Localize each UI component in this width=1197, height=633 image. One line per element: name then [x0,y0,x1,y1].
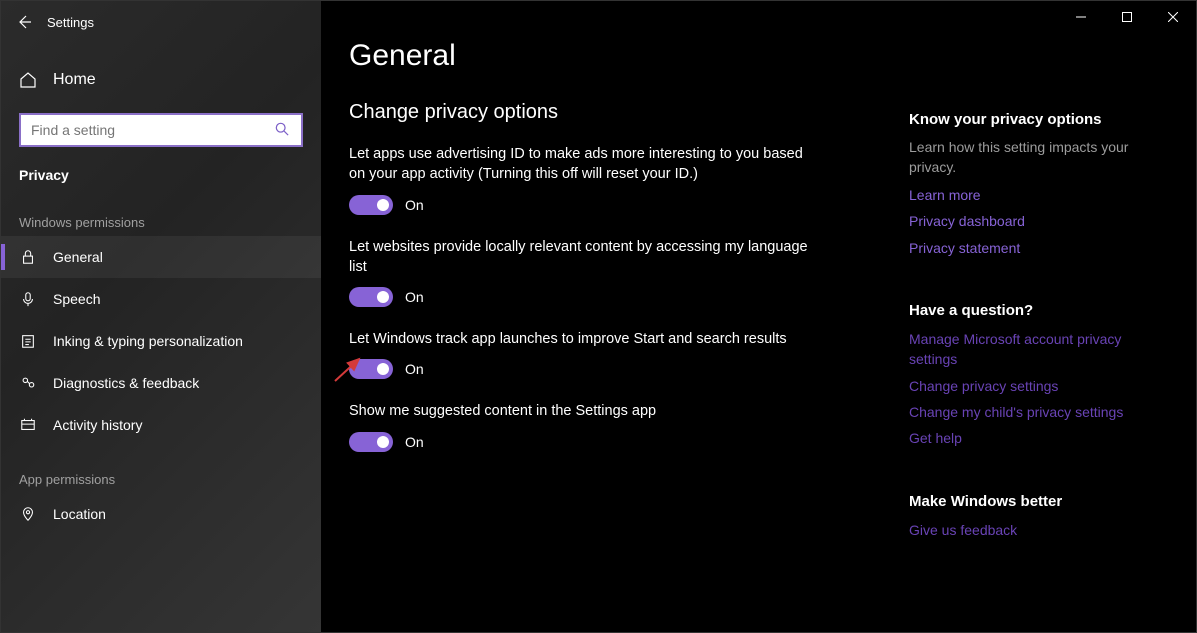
sidebar-item-diagnostics[interactable]: Diagnostics & feedback [1,362,321,404]
setting-desc: Let websites provide locally relevant co… [349,237,809,278]
window-title: Settings [47,15,94,30]
nav-label: Activity history [53,417,142,433]
sidebar-item-general[interactable]: General [1,236,321,278]
link-child-privacy[interactable]: Change my child's privacy settings [909,402,1166,422]
setting-track-app-launches: Let Windows track app launches to improv… [349,329,809,379]
page-title: General [349,39,909,73]
maximize-button[interactable] [1104,1,1150,33]
lock-icon [19,248,37,266]
sidebar-header: Settings [1,1,321,43]
nav-label: General [53,249,103,265]
link-give-feedback[interactable]: Give us feedback [909,520,1166,540]
toggle-state: On [405,289,424,305]
toggle-advertising-id[interactable] [349,195,393,215]
nav-label: Inking & typing personalization [53,333,243,349]
link-learn-more[interactable]: Learn more [909,185,1166,205]
page-subtitle: Change privacy options [349,101,909,124]
link-privacy-statement[interactable]: Privacy statement [909,238,1166,258]
close-button[interactable] [1150,1,1196,33]
setting-desc: Show me suggested content in the Setting… [349,401,809,421]
nav-label: Location [53,506,106,522]
section-app-permissions: App permissions [1,446,321,493]
setting-suggested-content: Show me suggested content in the Setting… [349,401,809,451]
section-windows-permissions: Windows permissions [1,189,321,236]
category-label: Privacy [1,157,321,189]
setting-language-list: Let websites provide locally relevant co… [349,237,809,308]
link-manage-account-privacy[interactable]: Manage Microsoft account privacy setting… [909,329,1166,370]
toggle-state: On [405,197,424,213]
microphone-icon [19,290,37,308]
toggle-language-list[interactable] [349,287,393,307]
location-icon [19,505,37,523]
sidebar-item-inking[interactable]: Inking & typing personalization [1,320,321,362]
nav-label: Diagnostics & feedback [53,375,199,391]
link-change-privacy[interactable]: Change privacy settings [909,376,1166,396]
setting-desc: Let apps use advertising ID to make ads … [349,144,809,185]
info-title: Know your privacy options [909,111,1166,128]
toggle-track-app-launches[interactable] [349,359,393,379]
toggle-suggested-content[interactable] [349,432,393,452]
info-column: Know your privacy options Learn how this… [909,39,1196,632]
link-get-help[interactable]: Get help [909,428,1166,448]
sidebar: Settings Home Privacy Windows permission… [1,1,321,632]
sidebar-item-speech[interactable]: Speech [1,278,321,320]
info-text: Learn how this setting impacts your priv… [909,138,1166,177]
settings-column: General Change privacy options Let apps … [349,39,909,632]
feedback-icon [19,374,37,392]
info-have-question: Have a question? Manage Microsoft accoun… [909,302,1166,448]
sidebar-item-location[interactable]: Location [1,493,321,535]
setting-desc: Let Windows track app launches to improv… [349,329,809,349]
info-know-privacy: Know your privacy options Learn how this… [909,111,1166,258]
setting-advertising-id: Let apps use advertising ID to make ads … [349,144,809,215]
home-label: Home [53,71,96,89]
main-content: General Change privacy options Let apps … [321,1,1196,632]
toggle-state: On [405,361,424,377]
nav-label: Speech [53,291,100,307]
info-make-better: Make Windows better Give us feedback [909,493,1166,540]
sidebar-home[interactable]: Home [1,61,321,99]
home-icon [19,71,37,89]
search-icon [275,122,291,138]
minimize-button[interactable] [1058,1,1104,33]
titlebar-controls [1058,1,1196,33]
sidebar-item-activity[interactable]: Activity history [1,404,321,446]
link-privacy-dashboard[interactable]: Privacy dashboard [909,211,1166,231]
info-title: Have a question? [909,302,1166,319]
search-box[interactable] [19,113,303,147]
back-arrow-icon[interactable] [15,13,33,31]
toggle-state: On [405,434,424,450]
history-icon [19,416,37,434]
info-title: Make Windows better [909,493,1166,510]
clipboard-icon [19,332,37,350]
search-input[interactable] [31,122,275,138]
